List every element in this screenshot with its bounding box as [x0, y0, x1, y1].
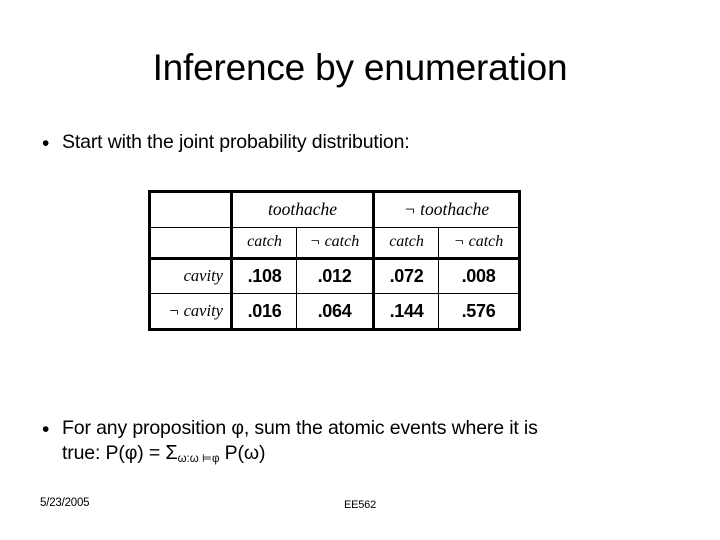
subheader-not-catch-1: ¬ catch: [295, 226, 375, 259]
bullet-2-text: For any proposition φ, sum the atomic ev…: [62, 416, 694, 472]
cell-notcavity-toothache-catch: .016: [230, 293, 297, 331]
joint-probability-table: toothache ¬ toothache catch ¬ catch catc…: [148, 190, 522, 331]
cell-cavity-toothache-notcatch: .012: [295, 256, 375, 295]
row-label-not-cavity: ¬ cavity: [148, 293, 232, 331]
footer-course-code: EE562: [343, 499, 377, 511]
bullet-2-line1: For any proposition φ, sum the atomic ev…: [62, 417, 538, 439]
row-label-cavity: cavity: [148, 256, 232, 295]
bullet-marker-icon-2: •: [42, 418, 50, 441]
cell-notcavity-nottoothache-notcatch: .576: [438, 293, 522, 331]
bullet-item-1: • Start with the joint probability distr…: [36, 130, 676, 158]
cell-cavity-nottoothache-notcatch: .008: [438, 256, 522, 295]
cell-cavity-nottoothache-catch: .072: [372, 256, 440, 295]
summation-symbol: Σ: [165, 442, 178, 464]
bullet-marker-icon: •: [42, 132, 50, 155]
table-row-sub-header: catch ¬ catch catch ¬ catch: [148, 226, 522, 259]
bullet-2-line2-prefix: true: P(φ) =: [62, 442, 166, 464]
subheader-not-catch-2: ¬ catch: [438, 226, 522, 259]
table-row-cavity: cavity .108 .012 .072 .008: [148, 256, 522, 295]
bullet-1-text: Start with the joint probability distrib…: [62, 131, 410, 153]
cell-notcavity-toothache-notcatch: .064: [295, 293, 375, 331]
summation-subscript: ω:ω ⊨φ: [177, 453, 220, 465]
table-corner-cell: [148, 190, 232, 228]
cell-cavity-toothache-catch: .108: [230, 256, 297, 295]
table-row-top-header: toothache ¬ toothache: [148, 190, 522, 228]
slide-title: Inference by enumeration: [152, 47, 568, 88]
cell-notcavity-nottoothache-catch: .144: [372, 293, 440, 331]
header-not-toothache: ¬ toothache: [372, 190, 522, 228]
subheader-catch-1: catch: [230, 226, 297, 259]
header-toothache: toothache: [229, 190, 375, 228]
table-corner-cell-2: [148, 226, 232, 259]
table-row-not-cavity: ¬ cavity .016 .064 .144 .576: [148, 293, 522, 331]
bullet-2-line2-suffix: P(ω): [219, 442, 266, 464]
subheader-catch-2: catch: [372, 226, 440, 259]
bullet-item-2: • For any proposition φ, sum the atomic …: [36, 416, 700, 472]
